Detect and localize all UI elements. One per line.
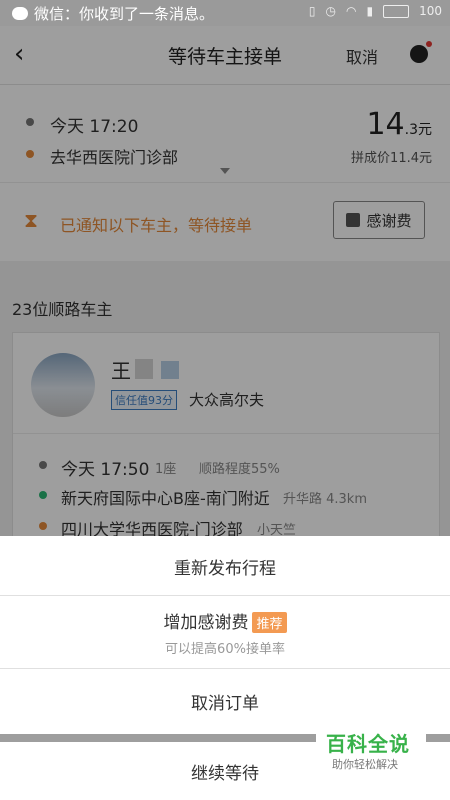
- republish-button[interactable]: 重新发布行程: [0, 554, 450, 579]
- watermark-title: 百科全说: [326, 732, 410, 756]
- vibrate-icon: ▯: [308, 4, 316, 18]
- notification: 微信：你收到了一条消息。: [12, 3, 214, 24]
- recommend-badge: 推荐: [252, 612, 287, 633]
- status-bar: 微信：你收到了一条消息。 ▯ ◷ ◠ ▮ 100: [0, 0, 450, 26]
- add-tip-button[interactable]: 增加感谢费 推荐: [0, 608, 450, 633]
- alarm-icon: ◷: [325, 4, 336, 18]
- divider: [0, 668, 450, 669]
- wechat-icon: [12, 7, 28, 20]
- add-tip-subtext: 可以提高60%接单率: [165, 642, 285, 657]
- notification-text: 微信：你收到了一条消息。: [34, 5, 215, 23]
- watermark-subtitle: 助你轻松解决: [332, 758, 398, 771]
- battery-level: 100: [419, 4, 442, 18]
- wifi-icon: ◠: [346, 4, 357, 18]
- status-icons: ▯ ◷ ◠ ▮ 100: [309, 4, 442, 18]
- watermark: 百科全说 助你轻松解决: [316, 718, 426, 776]
- cancel-order-button[interactable]: 取消订单: [0, 689, 450, 714]
- battery-icon: [383, 4, 410, 18]
- divider: [0, 595, 450, 596]
- signal-icon: ▮: [366, 4, 374, 18]
- dim-overlay[interactable]: [0, 26, 450, 536]
- add-tip-label: 增加感谢费: [163, 613, 249, 633]
